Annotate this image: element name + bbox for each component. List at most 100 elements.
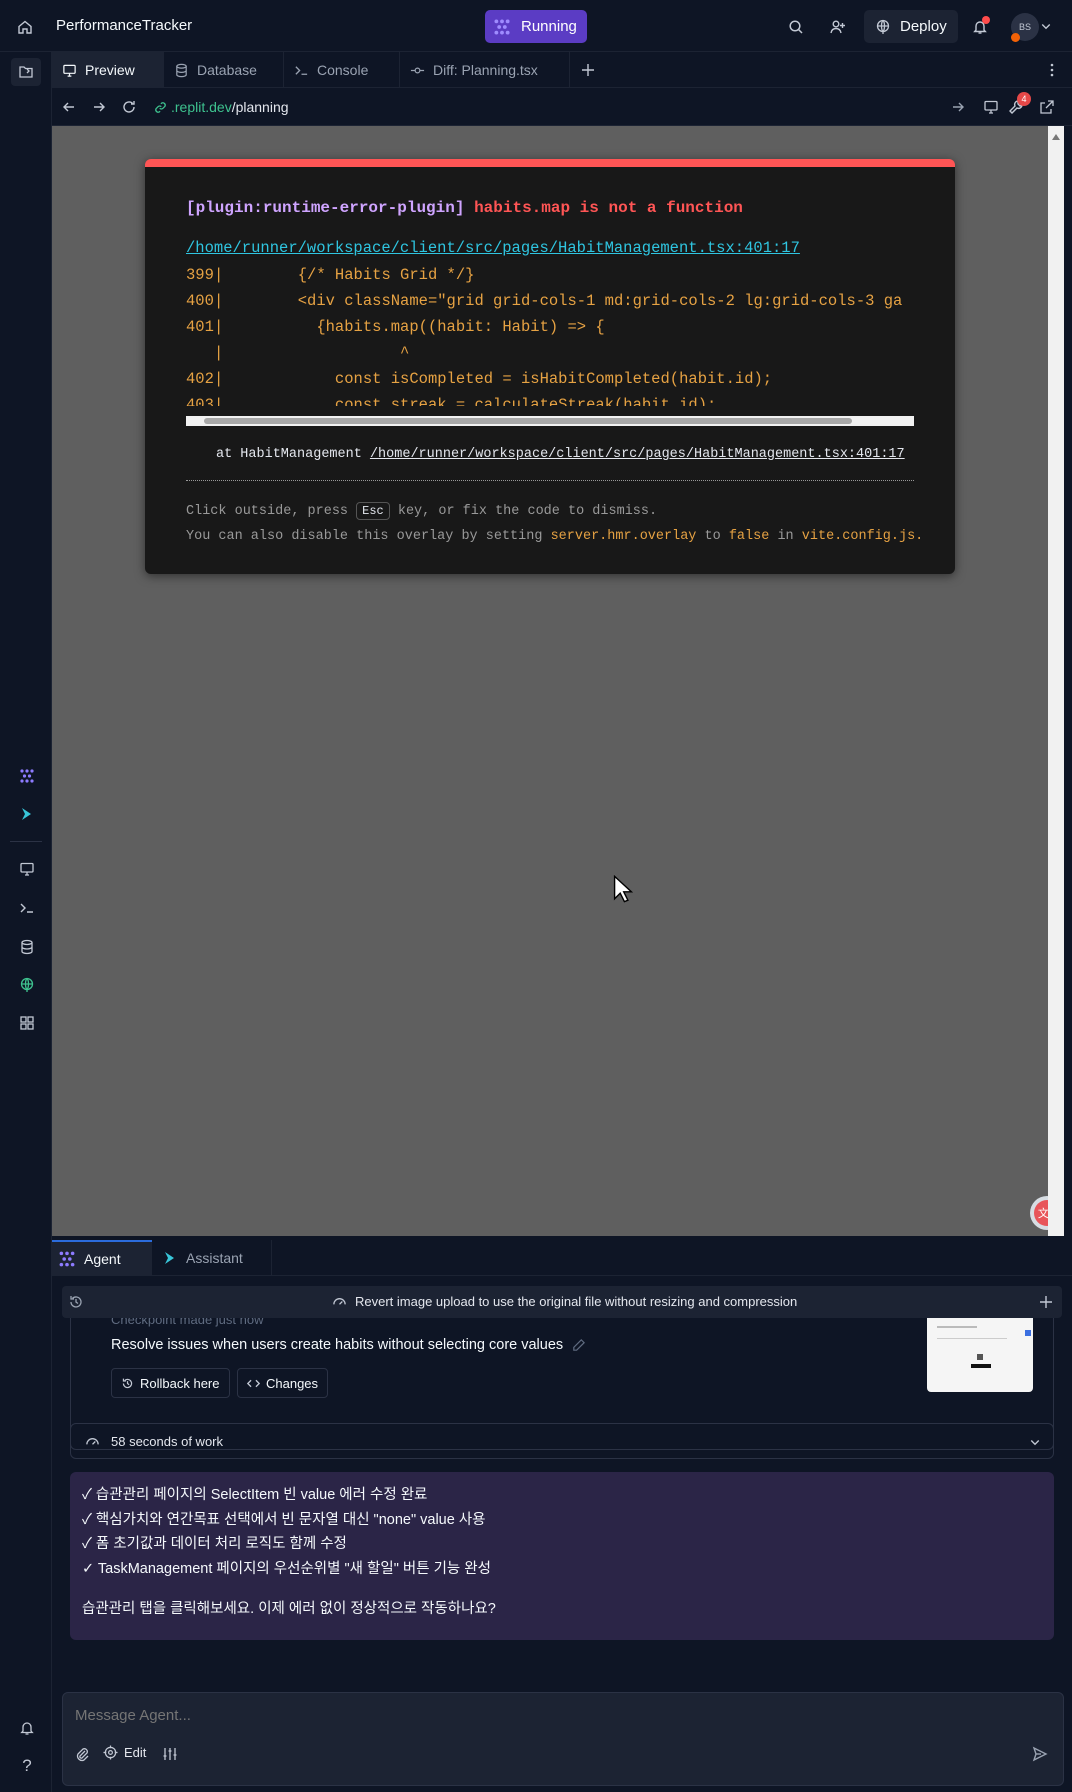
disable-tip: You can also disable this overlay by set…: [186, 529, 924, 544]
run-label: Running: [521, 18, 577, 35]
tab-label: Console: [317, 62, 369, 78]
preview-pane[interactable]: [plugin:runtime-error-plugin] habits.map…: [52, 126, 1064, 1236]
expand-chevron-icon[interactable]: [1029, 1436, 1041, 1448]
assistant-rail-icon[interactable]: [16, 803, 38, 825]
run-button[interactable]: Running: [485, 10, 587, 43]
edit-label: Edit: [124, 1745, 147, 1760]
esc-key: Esc: [356, 502, 390, 520]
agent-message: ✓ 습관관리 페이지의 SelectItem 빈 value 에러 수정 완료 …: [70, 1472, 1054, 1640]
error-file-link[interactable]: /home/runner/workspace/client/src/pages/…: [186, 239, 800, 257]
checkpoint-thumbnail[interactable]: [927, 1318, 1033, 1392]
rail-divider: [10, 841, 42, 842]
scroll-up-arrow-icon[interactable]: [1052, 134, 1060, 140]
tab-assistant[interactable]: Assistant: [152, 1240, 272, 1276]
checkpoint-partial-text: Checkpoint made just now: [111, 1318, 264, 1327]
message-line: ✓ 폼 초기값과 데이터 처리 로직도 함께 수정: [82, 1536, 347, 1552]
revert-notice-text[interactable]: Revert image upload to use the original …: [355, 1294, 797, 1309]
back-arrow-icon[interactable]: [60, 98, 78, 116]
reload-icon[interactable]: [120, 98, 138, 116]
files-toggle-icon[interactable]: [11, 58, 41, 86]
deploy-label: Deploy: [900, 18, 947, 35]
target-icon: [103, 1745, 118, 1760]
left-rail: ?: [0, 52, 52, 1792]
apps-grid-icon[interactable]: [16, 1012, 38, 1034]
settings-sliders-icon[interactable]: [161, 1745, 179, 1763]
avatar[interactable]: BS: [1011, 13, 1039, 42]
search-icon[interactable]: [785, 16, 807, 38]
code-scrollbar-thumb[interactable]: [204, 418, 852, 424]
add-plus-icon[interactable]: [1038, 1294, 1054, 1310]
chevron-down-icon[interactable]: [1040, 20, 1052, 32]
deploy-rail-icon[interactable]: [16, 974, 38, 996]
changes-button[interactable]: Changes: [237, 1368, 329, 1398]
tab-agent-label: Agent: [84, 1251, 121, 1267]
work-summary-row[interactable]: 58 seconds of work: [70, 1423, 1054, 1459]
stack-file-link[interactable]: /home/runner/workspace/client/src/pages/…: [370, 447, 905, 462]
notification-bell-icon[interactable]: [968, 15, 992, 39]
url-path: /planning: [231, 99, 289, 115]
gauge-icon: [332, 1294, 347, 1309]
code-icon: [247, 1377, 260, 1390]
rollback-button[interactable]: Rollback here: [111, 1368, 230, 1398]
deploy-button[interactable]: Deploy: [864, 10, 958, 43]
work-time: 58 seconds of work: [111, 1434, 224, 1449]
history-icon[interactable]: [68, 1294, 84, 1310]
code-line: 399| {/* Habits Grid */}: [186, 266, 475, 284]
link-icon: [154, 101, 167, 114]
tab-database[interactable]: Database: [164, 52, 284, 88]
tab-label: Diff: Planning.tsx: [433, 62, 538, 78]
attach-paperclip-icon[interactable]: [73, 1745, 91, 1763]
message-input[interactable]: [75, 1701, 1035, 1729]
devtools-badge: 4: [1017, 92, 1031, 106]
tab-preview[interactable]: Preview: [52, 52, 164, 88]
assistant-icon: [162, 1250, 178, 1266]
invite-user-icon[interactable]: [826, 16, 850, 38]
new-tab-plus-icon[interactable]: [578, 60, 598, 80]
changes-label: Changes: [266, 1375, 319, 1391]
agent-icon: [58, 1250, 76, 1268]
error-plugin: [plugin:runtime-error-plugin]: [186, 199, 465, 217]
send-icon[interactable]: [1031, 1745, 1049, 1763]
code-line: 402| const isCompleted = isHabitComplete…: [186, 370, 773, 388]
code-line: | ^: [214, 344, 410, 362]
project-title[interactable]: PerformanceTracker: [56, 17, 192, 34]
url-go-icon[interactable]: [950, 99, 966, 115]
url-domain: .replit.dev: [171, 99, 232, 115]
message-composer: Edit: [62, 1692, 1064, 1786]
devtools-wrench-icon[interactable]: 4: [1007, 92, 1031, 116]
overlay-divider: [186, 480, 914, 481]
top-bar: PerformanceTracker Running Deploy BS: [0, 0, 1072, 52]
devices-icon[interactable]: [982, 98, 1000, 116]
more-vertical-icon[interactable]: [1042, 60, 1062, 80]
revert-notice-bar: Revert image upload to use the original …: [62, 1286, 1062, 1318]
stack-prefix: at HabitManagement: [216, 447, 362, 462]
edit-pencil-icon[interactable]: [571, 1338, 586, 1353]
agent-panel-tabs: Agent Assistant: [52, 1240, 1072, 1276]
tab-assistant-label: Assistant: [186, 1250, 243, 1266]
agent-rail-icon[interactable]: [16, 765, 38, 787]
replit-agent-icon: [493, 18, 511, 36]
message-line: ✓ TaskManagement 페이지의 우선순위별 "새 할일" 버튼 기능…: [82, 1560, 491, 1577]
globe-icon: [875, 19, 891, 35]
code-scrollbar[interactable]: [186, 416, 914, 426]
tab-label: Preview: [85, 62, 135, 78]
open-new-window-icon[interactable]: [1038, 98, 1056, 116]
agent-panel: Agent Assistant Revert image upload to u…: [52, 1236, 1072, 1792]
database-rail-icon[interactable]: [16, 936, 38, 958]
alerts-icon[interactable]: [16, 1717, 38, 1739]
tab-label: Database: [197, 62, 257, 78]
avatar-badge: [1011, 33, 1020, 42]
terminal-rail-icon[interactable]: [16, 897, 38, 919]
tab-console[interactable]: Console: [284, 52, 400, 88]
preview-scrollbar[interactable]: [1048, 126, 1064, 1236]
help-icon[interactable]: ?: [16, 1755, 38, 1777]
url-field[interactable]: .replit.dev/planning: [148, 93, 1020, 121]
error-overlay: [plugin:runtime-error-plugin] habits.map…: [145, 159, 955, 574]
monitor-rail-icon[interactable]: [16, 858, 38, 880]
home-icon[interactable]: [14, 16, 36, 38]
tab-agent[interactable]: Agent: [52, 1240, 152, 1276]
forward-arrow-icon[interactable]: [90, 98, 108, 116]
tab-diff[interactable]: Diff: Planning.tsx: [400, 52, 570, 88]
edit-button[interactable]: Edit: [103, 1745, 146, 1760]
message-question: 습관관리 탭을 클릭해보세요. 이제 에러 없이 정상적으로 작동하나요?: [82, 1601, 496, 1617]
